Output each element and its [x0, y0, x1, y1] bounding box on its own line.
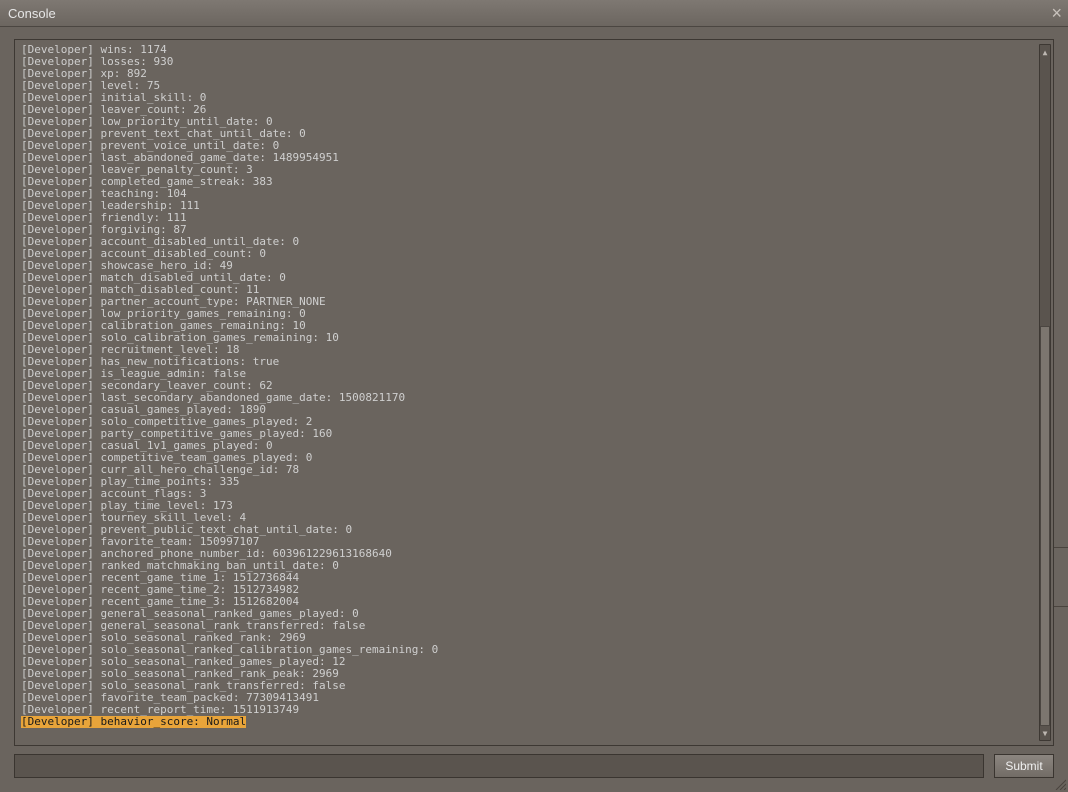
input-row: Submit [14, 754, 1054, 778]
submit-button[interactable]: Submit [994, 754, 1054, 778]
scroll-track[interactable] [1040, 59, 1050, 726]
log-output: [Developer] wins: 1174[Developer] losses… [21, 44, 1037, 741]
log-line: [Developer] losses: 930 [21, 56, 1037, 68]
console-panel: [Developer] wins: 1174[Developer] losses… [0, 26, 1068, 792]
log-line: [Developer] xp: 892 [21, 68, 1037, 80]
title-bar: Console [0, 0, 1068, 26]
window-title: Console [8, 6, 56, 21]
log-line: [Developer] wins: 1174 [21, 44, 1037, 56]
scroll-down-icon[interactable]: ▼ [1040, 726, 1050, 740]
scroll-thumb[interactable] [1040, 326, 1050, 726]
log-frame: [Developer] wins: 1174[Developer] losses… [14, 39, 1054, 746]
resize-grip-icon[interactable] [1054, 778, 1066, 790]
scroll-up-icon[interactable]: ▲ [1040, 45, 1050, 59]
log-line: [Developer] behavior_score: Normal [21, 716, 1037, 728]
close-icon[interactable]: × [1051, 4, 1062, 22]
command-input[interactable] [14, 754, 984, 778]
scrollbar[interactable]: ▲ ▼ [1039, 44, 1051, 741]
